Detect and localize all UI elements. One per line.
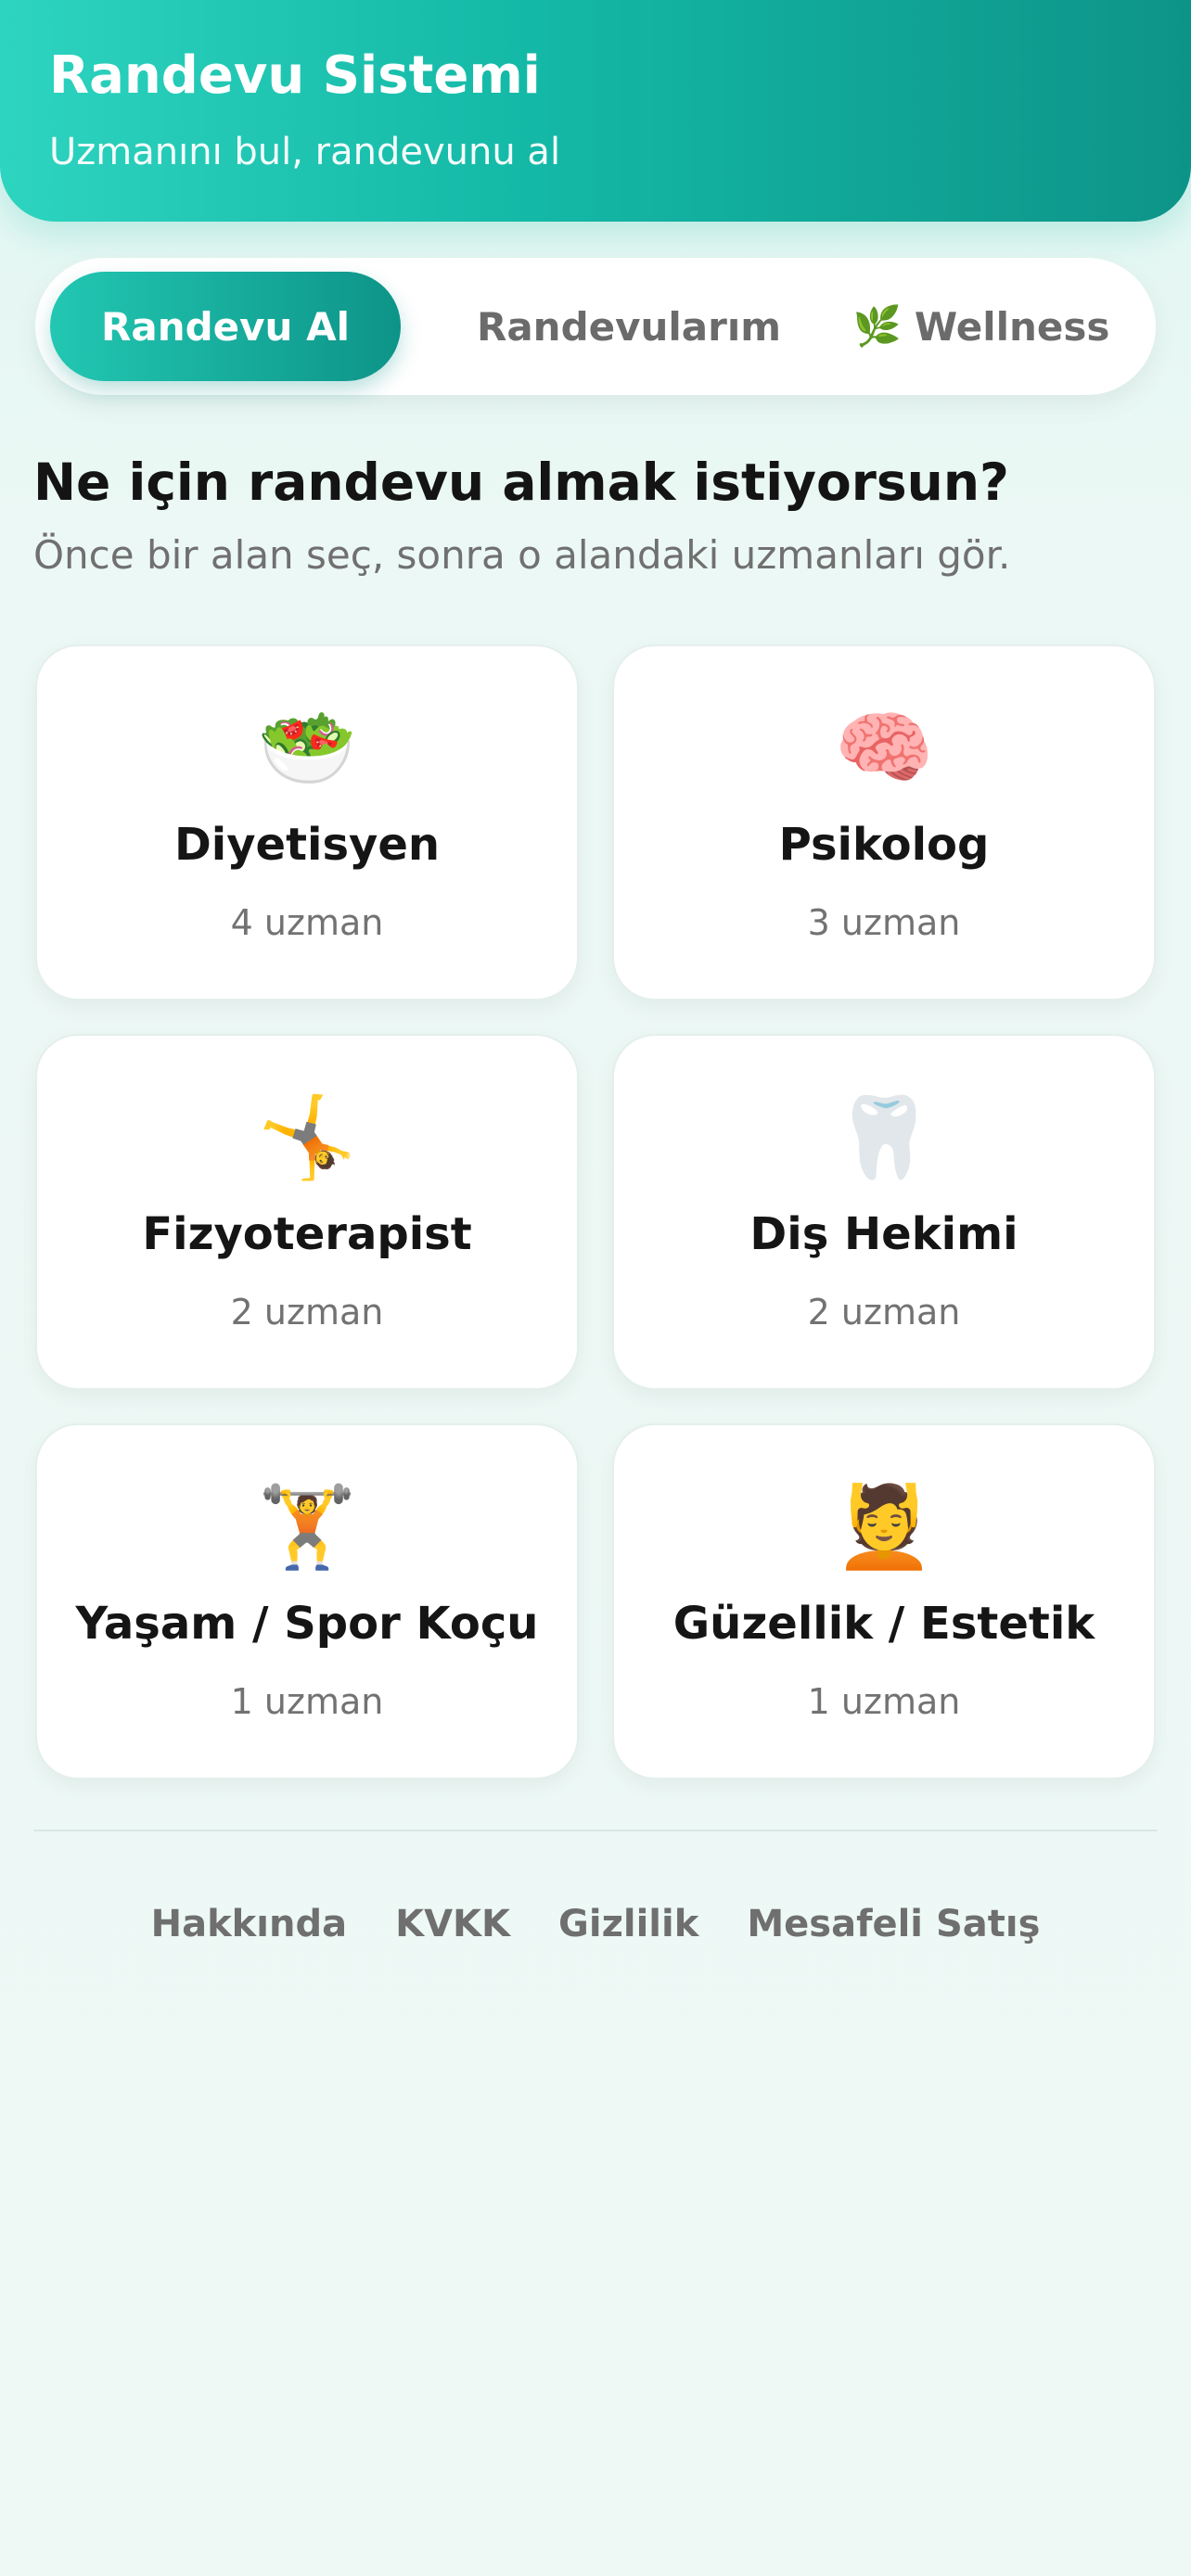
footer-divider	[33, 1830, 1158, 1831]
expert-count: 1 uzman	[807, 1681, 961, 1722]
app-subtitle: Uzmanını bul, randevunu al	[49, 131, 561, 173]
category-name: Diyetisyen	[173, 819, 441, 871]
category-name: Fizyoterapist	[142, 1208, 472, 1260]
category-name: Psikolog	[778, 819, 990, 871]
page-title: Ne için randevu almak istiyorsun?	[33, 453, 1009, 512]
tab-randevu-al[interactable]: Randevu Al	[50, 272, 401, 381]
tab-randevularim[interactable]: Randevularım	[425, 272, 833, 381]
leaf-icon: 🌿	[852, 303, 902, 349]
massage-icon: 💆	[834, 1481, 934, 1574]
brain-icon: 🧠	[834, 702, 934, 795]
expert-count: 2 uzman	[230, 1292, 384, 1333]
category-card-psikolog[interactable]: 🧠 Psikolog 3 uzman	[612, 644, 1156, 1001]
footer-links: Hakkında KVKK Gizlilik Mesafeli Satış	[0, 1903, 1191, 1945]
tab-wellness[interactable]: 🌿 Wellness	[824, 272, 1139, 381]
category-name: Diş Hekimi	[749, 1208, 1018, 1260]
category-name: Güzellik / Estetik	[672, 1598, 1095, 1650]
salad-icon: 🥗	[257, 702, 357, 795]
app-header: Randevu Sistemi Uzmanını bul, randevunu …	[0, 0, 1191, 222]
footer-link-gizlilik[interactable]: Gizlilik	[558, 1903, 698, 1945]
footer-link-kvkk[interactable]: KVKK	[395, 1903, 510, 1945]
category-card-fizyoterapist[interactable]: 🤸 Fizyoterapist 2 uzman	[35, 1034, 579, 1390]
category-name: Yaşam / Spor Koçu	[75, 1598, 539, 1650]
app-title: Randevu Sistemi	[49, 45, 541, 106]
cartwheel-icon: 🤸	[257, 1091, 357, 1184]
tab-label: Randevu Al	[101, 303, 350, 350]
category-card-guzellik[interactable]: 💆 Güzellik / Estetik 1 uzman	[612, 1423, 1156, 1779]
expert-count: 3 uzman	[807, 902, 961, 943]
page-subtitle: Önce bir alan seç, sonra o alandaki uzma…	[33, 532, 1011, 578]
expert-count: 4 uzman	[230, 902, 384, 943]
expert-count: 1 uzman	[230, 1681, 384, 1722]
tooth-icon: 🦷	[834, 1091, 934, 1184]
category-card-dis-hekimi[interactable]: 🦷 Diş Hekimi 2 uzman	[612, 1034, 1156, 1390]
footer-link-hakkinda[interactable]: Hakkında	[151, 1903, 347, 1945]
footer-link-mesafeli-satis[interactable]: Mesafeli Satış	[747, 1903, 1040, 1945]
category-card-diyetisyen[interactable]: 🥗 Diyetisyen 4 uzman	[35, 644, 579, 1001]
category-card-spor-kocu[interactable]: 🏋️ Yaşam / Spor Koçu 1 uzman	[35, 1423, 579, 1779]
expert-count: 2 uzman	[807, 1292, 961, 1333]
tab-label: Wellness	[914, 303, 1110, 350]
tab-label: Randevularım	[476, 303, 782, 350]
weightlifter-icon: 🏋️	[257, 1481, 357, 1574]
tab-bar: Randevu Al Randevularım 🌿 Wellness	[35, 258, 1156, 395]
